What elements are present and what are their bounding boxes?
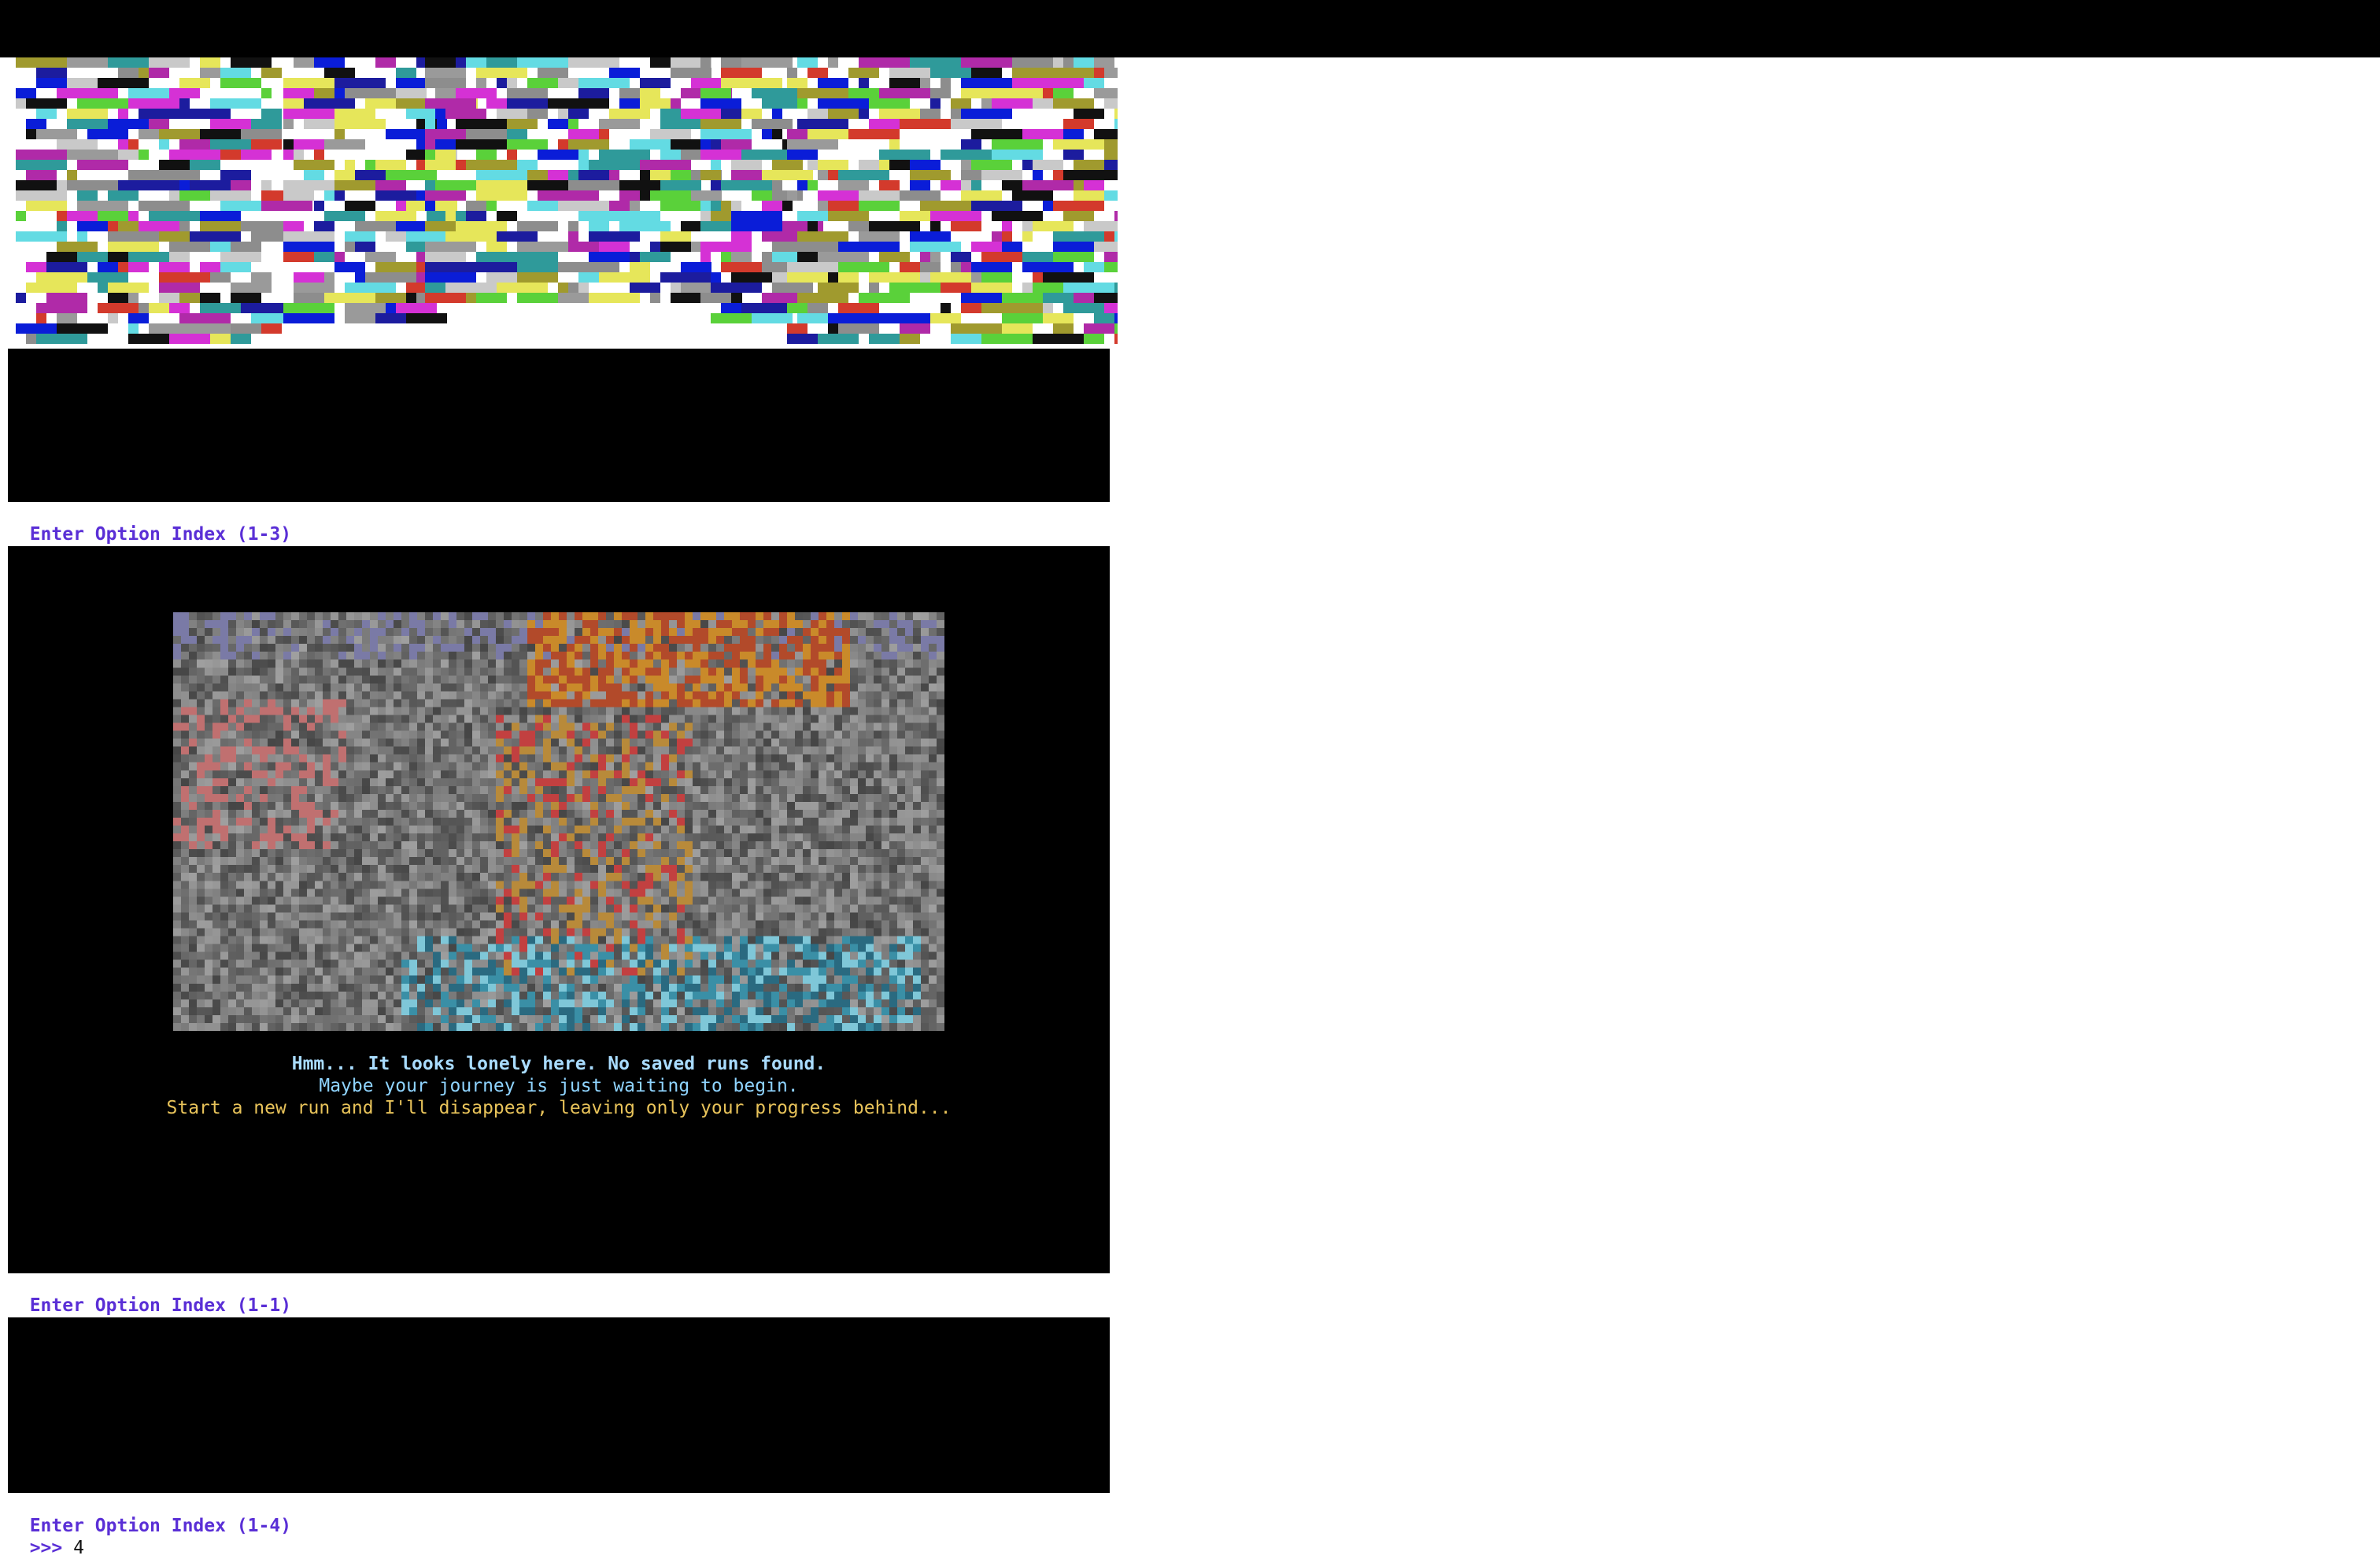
new-run-hint: Start a new run and I'll disappear, leav… xyxy=(166,1098,952,1118)
pixel-portrait-image xyxy=(173,612,944,1031)
journey-message: Maybe your journey is just waiting to be… xyxy=(319,1076,799,1096)
terminal-top-bar xyxy=(0,0,2380,57)
prompt-arrows: >>> xyxy=(29,1538,63,1558)
menu-panel-3 xyxy=(8,1317,1110,1493)
saves-panel: Hmm... It looks lonely here. No saved ru… xyxy=(8,546,1110,1273)
menu-panel-1 xyxy=(8,349,1110,502)
no-saves-message: Hmm... It looks lonely here. No saved ru… xyxy=(291,1054,826,1074)
input-line-3[interactable]: >>> 4 xyxy=(8,1515,84,1559)
pixel-art-title-logo xyxy=(16,57,1118,344)
input-value[interactable]: 4 xyxy=(73,1538,84,1558)
